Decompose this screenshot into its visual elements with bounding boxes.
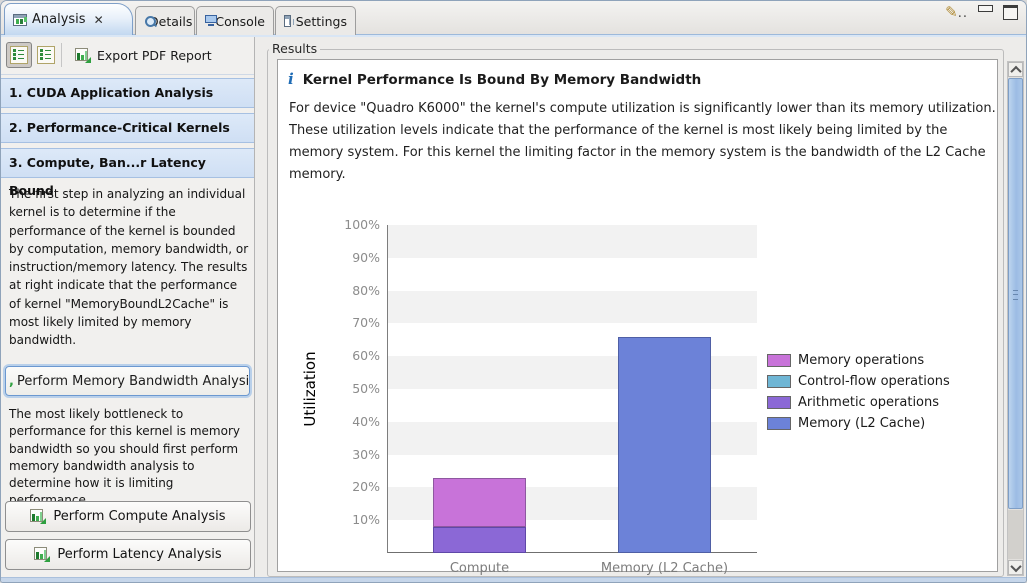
nvvp-analysis-window: Analysis ✕ Details Console Settings ✎.. [0, 0, 1027, 583]
clipped-chart-icon: , [9, 374, 14, 389]
bar-segment [618, 337, 711, 553]
maximize-button[interactable] [1003, 5, 1018, 20]
y-tick-label: 30% [320, 447, 380, 462]
results-group-label: Results [269, 41, 320, 56]
bar-segment [433, 527, 526, 553]
latency-button-label: Perform Latency Analysis [57, 547, 221, 562]
y-tick-label: 70% [320, 315, 380, 330]
chart-export-icon [75, 48, 91, 63]
legend-label: Memory operations [798, 353, 924, 368]
y-tick-label: 10% [320, 512, 380, 527]
x-axis-label: Memory (L2 Cache) [580, 561, 750, 576]
export-pdf-report-button[interactable]: Export PDF Report [69, 42, 218, 68]
close-icon[interactable]: ✕ [94, 13, 104, 27]
vertical-scrollbar[interactable] [1007, 61, 1024, 576]
bandwidth-button-label: Perform Memory Bandwidth Analysis [17, 374, 250, 389]
scroll-up-button[interactable] [1008, 62, 1023, 77]
console-monitor-icon [205, 15, 210, 27]
analysis-chart-icon [13, 14, 27, 26]
chart-analysis-icon [34, 547, 50, 562]
analysis-mode-toggle-2[interactable] [33, 42, 59, 68]
view-tab-bar: Analysis ✕ Details Console Settings ✎.. [1, 1, 1026, 35]
bar-segment [433, 478, 526, 527]
tab-analysis[interactable]: Analysis ✕ [4, 3, 133, 35]
tab-details[interactable]: Details [135, 6, 195, 35]
scrollbar-thumb[interactable] [1008, 78, 1023, 509]
left-toolbar: Export PDF Report [1, 37, 254, 75]
y-axis-label: Utilization [301, 351, 319, 426]
toolbar-separator [61, 43, 62, 67]
perform-compute-analysis-button[interactable]: Perform Compute Analysis [5, 501, 251, 532]
legend-swatch [767, 375, 791, 388]
y-tick-label: 100% [320, 217, 380, 232]
list-icon [10, 46, 28, 64]
minimize-button[interactable] [978, 5, 993, 12]
perform-latency-analysis-button[interactable]: Perform Latency Analysis [5, 539, 251, 570]
tab-console[interactable]: Console [196, 6, 274, 35]
tab-settings[interactable]: Settings [275, 6, 356, 35]
scroll-down-button[interactable] [1008, 560, 1023, 575]
tab-label: Analysis [32, 12, 86, 27]
analysis-steps-panel: Export PDF Report 1. CUDA Application An… [1, 37, 255, 578]
utilization-bar-chart: 10% 20% 30% 40% 50% 60% 70% 80% 90% 100% Utilizati… [278, 60, 997, 571]
y-tick-label: 80% [320, 283, 380, 298]
export-pdf-label: Export PDF Report [97, 48, 212, 63]
tab-label: Console [215, 14, 265, 29]
legend-swatch [767, 354, 791, 367]
legend-label: Control-flow operations [798, 374, 950, 389]
y-tick-label: 50% [320, 381, 380, 396]
legend-label: Arithmetic operations [798, 395, 939, 410]
chevron-down-icon [1010, 560, 1021, 571]
scrollbar-track[interactable] [1008, 510, 1023, 559]
chart-legend: Memory operations Control-flow operations… [767, 350, 950, 434]
bottleneck-hint-text: The most likely bottleneck to performanc… [9, 406, 252, 510]
settings-table-icon [284, 15, 291, 27]
chart-analysis-icon [30, 509, 46, 524]
legend-swatch [767, 396, 791, 409]
tab-label: Settings [296, 14, 347, 29]
legend-swatch [767, 417, 791, 430]
pencil-icon[interactable]: ✎.. [945, 5, 968, 20]
step-compute-bandwidth-latency-bound[interactable]: 3. Compute, Ban...r Latency Bound [1, 148, 254, 178]
step-performance-critical-kernels[interactable]: 2. Performance-Critical Kernels [1, 113, 254, 143]
perform-memory-bandwidth-analysis-button[interactable]: , Perform Memory Bandwidth Analysis [5, 366, 250, 396]
legend-item: Arithmetic operations [767, 392, 950, 413]
chevron-up-icon [1010, 65, 1021, 76]
x-axis-label: Compute [395, 561, 565, 576]
results-panel: i Kernel Performance Is Bound By Memory … [277, 59, 998, 572]
y-tick-label: 60% [320, 348, 380, 363]
step-description-text: The first step in analyzing an individua… [9, 185, 249, 350]
analysis-mode-toggle-1[interactable] [6, 42, 32, 68]
compute-button-label: Perform Compute Analysis [53, 509, 225, 524]
legend-label: Memory (L2 Cache) [798, 416, 925, 431]
thumb-grip [1013, 290, 1018, 300]
step-cuda-application-analysis[interactable]: 1. CUDA Application Analysis [1, 78, 254, 108]
y-tick-label: 20% [320, 479, 380, 494]
legend-item: Memory (L2 Cache) [767, 413, 950, 434]
y-tick-label: 90% [320, 250, 380, 265]
y-tick-label: 40% [320, 414, 380, 429]
window-bottom-strip [1, 577, 1026, 582]
list-icon [37, 46, 55, 64]
legend-item: Memory operations [767, 350, 950, 371]
legend-item: Control-flow operations [767, 371, 950, 392]
